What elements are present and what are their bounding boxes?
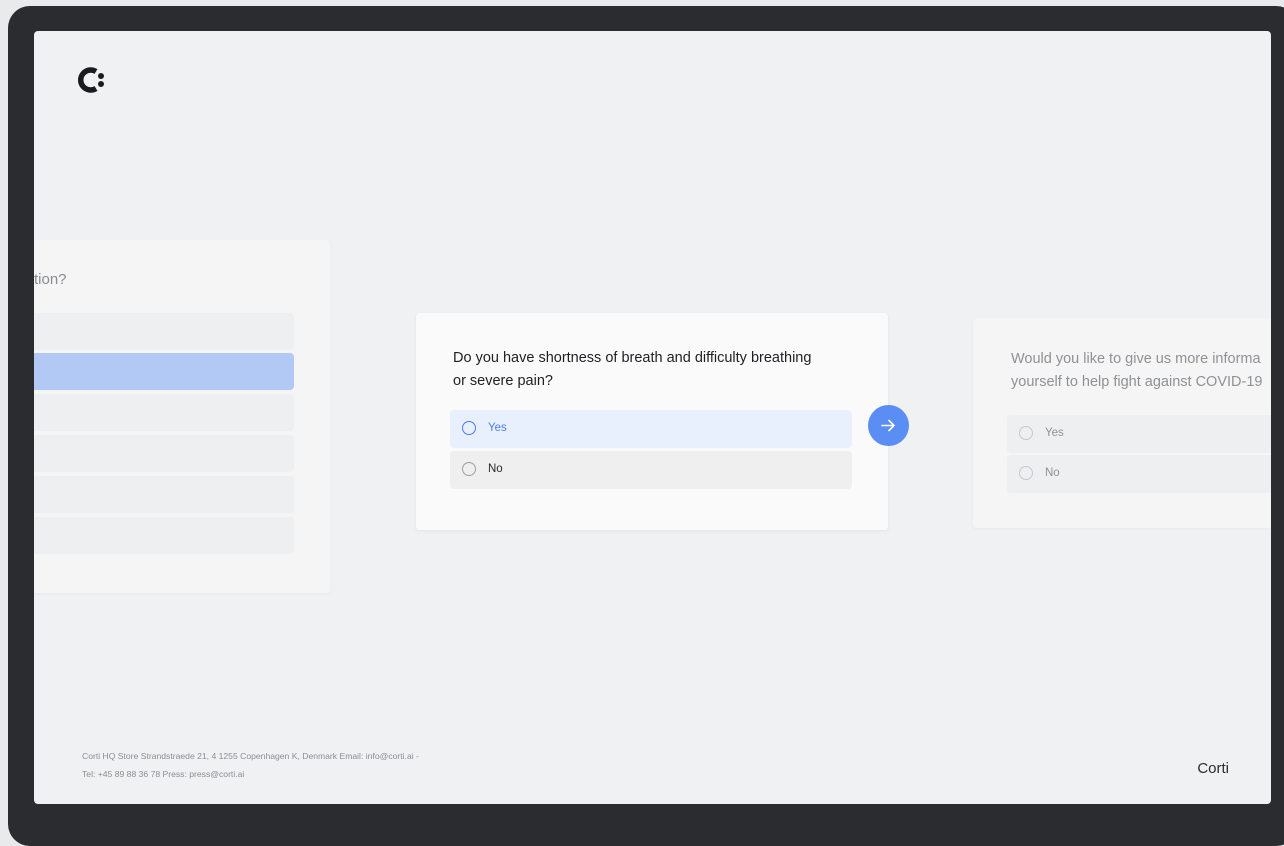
previous-option-selected — [34, 353, 294, 390]
radio-icon[interactable] — [462, 462, 476, 476]
next-option-yes: Yes — [1007, 415, 1271, 453]
previous-option — [34, 394, 294, 431]
option-no[interactable]: No — [450, 451, 852, 489]
radio-icon — [1019, 466, 1033, 480]
previous-question-card: tion? — [34, 240, 330, 593]
next-question-text: Would you like to give us more informa y… — [1011, 348, 1271, 394]
next-question-line: Would you like to give us more informa — [1011, 351, 1261, 367]
next-question-line: yourself to help fight against COVID-19 — [1011, 374, 1263, 390]
option-label: Yes — [1045, 427, 1064, 439]
previous-option — [34, 476, 294, 513]
previous-option — [34, 517, 294, 554]
previous-option — [34, 435, 294, 472]
question-text: Do you have shortness of breath and diff… — [453, 350, 812, 389]
option-label: Yes — [488, 422, 507, 434]
option-yes[interactable]: Yes — [450, 410, 852, 448]
option-label: No — [1045, 467, 1060, 479]
previous-option — [34, 313, 294, 350]
next-question-card: Would you like to give us more informa y… — [973, 318, 1271, 528]
footer-address-line: Corti HQ Store Strandstraede 21, 4 1255 … — [82, 751, 419, 761]
current-question-card: Do you have shortness of breath and diff… — [416, 313, 888, 530]
radio-icon — [1019, 426, 1033, 440]
footer-address: Corti HQ Store Strandstraede 21, 4 1255 … — [82, 747, 502, 783]
radio-icon[interactable] — [462, 421, 476, 435]
arrow-right-icon — [881, 419, 895, 432]
option-label: No — [488, 463, 503, 475]
footer-address-line: Tel: +45 89 88 36 78 Press: press@corti.… — [82, 769, 245, 779]
footer-brand[interactable]: Corti — [1197, 760, 1229, 777]
app-screen: tion? Do you have shortness of breath an… — [34, 31, 1271, 804]
corti-logo-icon[interactable] — [76, 64, 108, 96]
next-button[interactable] — [868, 405, 909, 446]
next-option-no: No — [1007, 455, 1271, 493]
